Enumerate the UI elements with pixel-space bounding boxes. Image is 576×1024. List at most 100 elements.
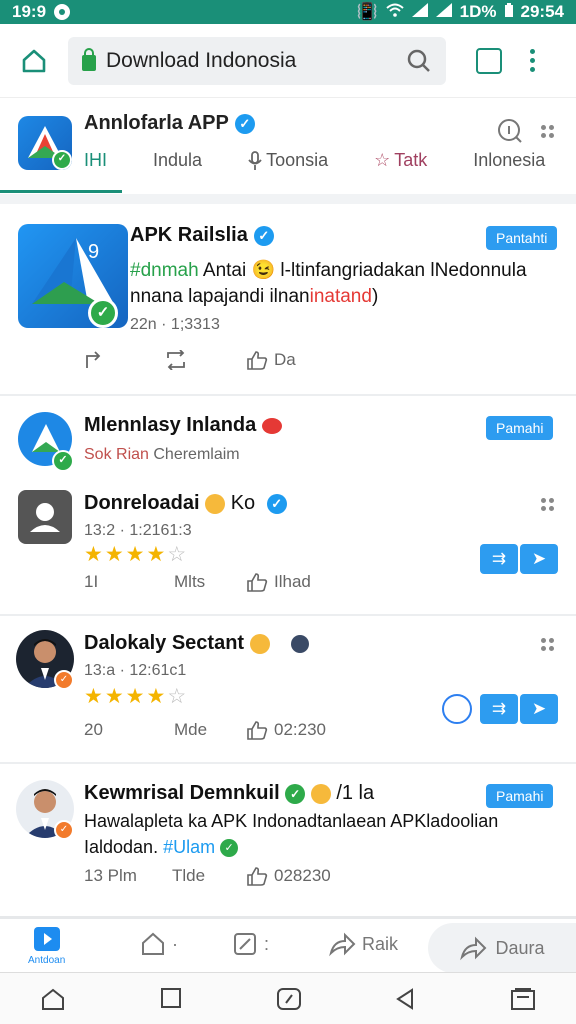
clock: 29:54: [520, 2, 564, 21]
verified-icon: ✓: [253, 225, 274, 246]
app-logo: ✓: [18, 116, 72, 170]
emoji-icon: [249, 633, 270, 654]
star-filled-icon: ★: [146, 543, 168, 566]
battery-icon: [504, 2, 513, 22]
nav-item-daura[interactable]: Daura: [428, 923, 576, 973]
share-icon: [460, 936, 487, 961]
post-actions: Da: [84, 350, 296, 370]
url-field[interactable]: Download Indonosia: [68, 36, 446, 85]
thumbs-up-icon: [247, 351, 268, 370]
app-bottom-nav: Antdoan · : Raik Daura: [0, 916, 576, 973]
post-author[interactable]: Kewmrisal Demnkuil ✓ /1 la: [84, 782, 374, 805]
more-options-icon[interactable]: [541, 124, 554, 138]
screenshot-icon[interactable]: [510, 987, 536, 1011]
check-circle-icon: ✓: [285, 783, 306, 804]
play-icon: [33, 927, 60, 951]
post-text: #dnmah Antai 😉 l-ltinfangriadakan lNedon…: [130, 260, 527, 307]
post-card[interactable]: ✓ Kewmrisal Demnkuil ✓ /1 la Pamahi Hawa…: [0, 764, 576, 912]
post-card[interactable]: Donreloadai Ko ✓ 13:2 · 1:2161:3 ★★★★☆ ⇉…: [0, 472, 576, 614]
star-empty-icon: ☆: [167, 685, 189, 708]
home-icon: [22, 49, 46, 72]
repost-icon[interactable]: [164, 350, 188, 370]
star-rating: ★★★★☆: [84, 542, 188, 567]
check-button[interactable]: [442, 694, 472, 724]
star-filled-icon: ★: [84, 685, 105, 708]
thumbs-up-icon[interactable]: [246, 720, 268, 740]
wifi-icon: [385, 2, 404, 22]
star-filled-icon: ★: [146, 685, 168, 708]
nav-item-home[interactable]: Antdoan: [28, 925, 65, 963]
star-filled-icon: ★: [125, 543, 147, 566]
small-avatar-icon: [291, 634, 310, 653]
tab-home[interactable]: IHI: [84, 150, 107, 171]
share-button[interactable]: ⇉: [480, 544, 518, 574]
status-bar: 19:9 📳 1D% 29:54: [0, 0, 576, 24]
signal-icon-2: [435, 2, 452, 22]
url-text: Download Indonosia: [106, 48, 297, 72]
tab-toonsia[interactable]: Toonsia: [248, 150, 328, 171]
follow-button[interactable]: Pamahi: [486, 416, 554, 440]
status-time: 19:9: [12, 2, 47, 21]
tab-indula[interactable]: Indula: [153, 150, 202, 171]
verified-icon: ✓: [266, 493, 287, 514]
search-icon[interactable]: [406, 48, 432, 74]
profile-card[interactable]: ✓ Mlennlasy Inlanda Pamahi Sok Rian Cher…: [0, 396, 576, 472]
divider: [0, 194, 576, 204]
browser-toolbar: Download Indonosia: [0, 24, 576, 98]
active-tab-indicator: [0, 190, 122, 193]
nav-item-edit[interactable]: :: [232, 931, 269, 957]
header-tabs: IHI Indula Toonsia ☆ Tatk Inlonesia: [84, 150, 576, 171]
post-card[interactable]: ✓ Dalokaly Sectant 13:a · 12:61c1 ★★★★☆ …: [0, 616, 576, 762]
send-button[interactable]: ➤: [520, 694, 558, 724]
nav-item-home2[interactable]: ·: [140, 931, 178, 957]
check-circle-icon: ✓: [220, 839, 239, 858]
post-meta: 22n · 1;3313: [130, 316, 220, 333]
reply-icon[interactable]: [84, 350, 106, 370]
post-text: Hawalapleta ka APK Indonadtanlaean APKla…: [84, 811, 499, 858]
lock-icon: [82, 47, 96, 71]
thumbs-up-icon[interactable]: [246, 572, 268, 592]
post-author[interactable]: Donreloadai Ko ✓: [84, 492, 287, 515]
more-options-icon[interactable]: [541, 498, 554, 511]
edit-icon: [234, 933, 256, 955]
share-icon: [329, 932, 356, 957]
thumbs-up-icon[interactable]: [246, 866, 268, 886]
follow-button[interactable]: Pamahi: [486, 784, 554, 808]
emoji-icon: [205, 493, 226, 514]
post-meta: 13:2 · 1:2161:3: [84, 522, 192, 539]
post-stats: 13 Plm Tlde 028230: [84, 866, 331, 886]
home-icon[interactable]: [40, 987, 66, 1011]
profile-name[interactable]: Mlennlasy Inlanda: [84, 414, 282, 437]
badge-icon: ✓: [54, 670, 74, 690]
follow-button[interactable]: Pantahti: [486, 226, 558, 250]
battery-level: 1D%: [459, 2, 497, 21]
emoji-icon: [310, 783, 331, 804]
post-author[interactable]: Dalokaly Sectant: [84, 632, 310, 655]
verified-icon: ✓: [234, 113, 255, 134]
recents-icon[interactable]: [160, 987, 182, 1009]
nav-item-share[interactable]: Raik: [328, 931, 398, 957]
notification-icon: [54, 4, 71, 20]
share-button[interactable]: ⇉: [480, 694, 518, 724]
star-empty-icon: ☆: [167, 543, 189, 566]
info-icon[interactable]: [497, 118, 523, 144]
signal-icon: [411, 2, 428, 22]
assistant-icon[interactable]: [276, 987, 302, 1011]
tab-tatk[interactable]: ☆ Tatk: [374, 150, 427, 171]
tabs-button[interactable]: [476, 47, 502, 74]
svg-text:9: 9: [88, 241, 99, 263]
tab-inlonesia[interactable]: Inlonesia: [473, 150, 545, 171]
send-button[interactable]: ➤: [520, 544, 558, 574]
microphone-icon: [248, 150, 262, 170]
post-meta: 13:a · 12:61c1: [84, 662, 187, 679]
home-button[interactable]: [14, 41, 54, 81]
post-author[interactable]: APK Railslia ✓: [130, 224, 274, 247]
overflow-menu-button[interactable]: [530, 49, 535, 72]
lips-emoji-icon: [261, 417, 282, 434]
vibrate-icon: 📳: [356, 2, 378, 21]
like-button[interactable]: Da: [246, 350, 296, 370]
back-icon[interactable]: [394, 987, 416, 1011]
post-card[interactable]: 9 ✓ APK Railslia ✓ Pantahti #dnmah Antai …: [0, 204, 576, 394]
more-options-icon[interactable]: [541, 638, 554, 651]
home-icon: [142, 932, 164, 955]
